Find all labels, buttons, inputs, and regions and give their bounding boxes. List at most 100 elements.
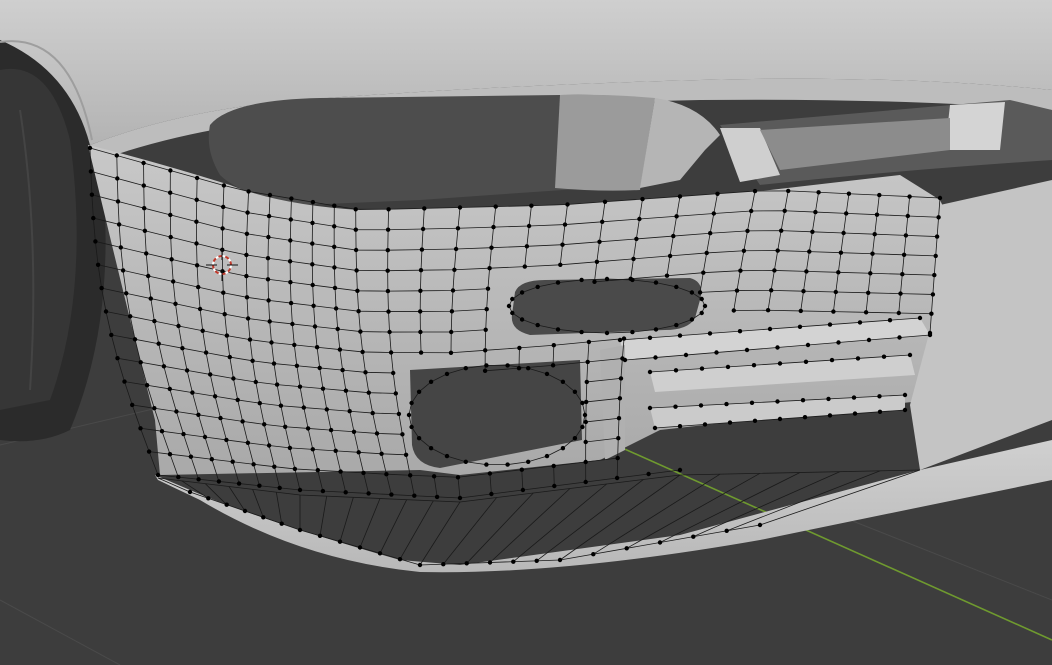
mesh-vertex[interactable]	[251, 462, 256, 467]
mesh-vertex[interactable]	[738, 268, 743, 273]
mesh-vertex[interactable]	[310, 447, 315, 452]
mesh-vertex[interactable]	[283, 424, 288, 429]
mesh-vertex[interactable]	[188, 454, 194, 459]
mesh-vertex[interactable]	[618, 376, 624, 381]
mesh-vertex[interactable]	[194, 219, 199, 224]
mesh-vertex[interactable]	[312, 324, 318, 329]
mesh-vertex[interactable]	[391, 370, 396, 376]
mesh-vertex[interactable]	[544, 453, 550, 459]
mesh-vertex[interactable]	[290, 321, 295, 327]
mesh-vertex[interactable]	[261, 515, 266, 520]
mesh-vertex[interactable]	[701, 270, 706, 275]
mesh-vertex[interactable]	[180, 346, 185, 351]
mesh-vertex[interactable]	[615, 455, 620, 461]
mesh-vertex[interactable]	[630, 277, 635, 283]
mesh-vertex[interactable]	[874, 212, 880, 217]
mesh-vertex[interactable]	[292, 466, 298, 472]
mesh-vertex[interactable]	[197, 306, 203, 312]
mesh-vertex[interactable]	[297, 527, 303, 533]
mesh-vertex[interactable]	[122, 379, 127, 384]
mesh-vertex[interactable]	[428, 379, 434, 384]
mesh-vertex[interactable]	[775, 399, 780, 404]
mesh-vertex[interactable]	[734, 288, 740, 293]
mesh-vertex[interactable]	[379, 451, 384, 456]
mesh-vertex[interactable]	[844, 211, 849, 216]
mesh-vertex[interactable]	[194, 197, 199, 202]
mesh-vertex[interactable]	[519, 290, 525, 295]
mesh-vertex[interactable]	[767, 326, 773, 332]
mesh-vertex[interactable]	[267, 319, 272, 324]
mesh-vertex[interactable]	[146, 273, 151, 279]
mesh-vertex[interactable]	[455, 226, 461, 231]
mesh-vertex[interactable]	[244, 231, 250, 236]
mesh-vertex[interactable]	[366, 390, 371, 395]
mesh-vertex[interactable]	[141, 183, 146, 188]
mesh-vertex[interactable]	[489, 245, 494, 250]
mesh-vertex[interactable]	[168, 190, 173, 195]
mesh-vertex[interactable]	[455, 475, 461, 480]
mesh-vertex[interactable]	[419, 247, 425, 252]
mesh-vertex[interactable]	[934, 234, 940, 239]
mesh-vertex[interactable]	[647, 369, 653, 375]
mesh-vertex[interactable]	[245, 210, 250, 215]
mesh-vertex[interactable]	[902, 407, 908, 413]
mesh-vertex[interactable]	[930, 292, 936, 297]
mesh-vertex[interactable]	[827, 413, 833, 418]
mesh-vertex[interactable]	[88, 169, 94, 174]
mesh-vertex[interactable]	[752, 418, 758, 423]
mesh-vertex[interactable]	[314, 345, 320, 350]
mesh-vertex[interactable]	[697, 290, 703, 295]
mesh-vertex[interactable]	[389, 492, 394, 497]
mesh-vertex[interactable]	[287, 445, 293, 451]
mesh-vertex[interactable]	[310, 220, 315, 226]
mesh-vertex[interactable]	[907, 194, 912, 199]
mesh-vertex[interactable]	[320, 386, 326, 391]
mesh-vertex[interactable]	[647, 335, 653, 340]
mesh-vertex[interactable]	[409, 400, 414, 406]
mesh-vertex[interactable]	[544, 371, 550, 377]
mesh-vertex[interactable]	[487, 471, 493, 476]
mesh-vertex[interactable]	[155, 472, 161, 478]
mesh-vertex[interactable]	[288, 300, 294, 306]
mesh-vertex[interactable]	[775, 345, 780, 350]
mesh-vertex[interactable]	[863, 310, 869, 315]
mesh-vertex[interactable]	[698, 403, 704, 408]
mesh-vertex[interactable]	[779, 228, 784, 233]
mesh-vertex[interactable]	[757, 522, 763, 528]
mesh-vertex[interactable]	[422, 206, 427, 211]
mesh-vertex[interactable]	[209, 457, 214, 462]
mesh-vertex[interactable]	[409, 424, 414, 430]
mesh-vertex[interactable]	[159, 429, 165, 434]
mesh-vertex[interactable]	[484, 307, 489, 312]
mesh-vertex[interactable]	[266, 213, 272, 219]
mesh-vertex[interactable]	[99, 285, 104, 291]
mesh-vertex[interactable]	[449, 309, 455, 314]
mesh-vertex[interactable]	[297, 384, 303, 389]
mesh-vertex[interactable]	[356, 309, 361, 314]
mesh-vertex[interactable]	[167, 386, 172, 392]
mesh-vertex[interactable]	[332, 285, 338, 291]
mesh-vertex[interactable]	[653, 355, 658, 360]
mesh-vertex[interactable]	[138, 426, 143, 431]
mesh-vertex[interactable]	[278, 403, 284, 408]
mesh-vertex[interactable]	[288, 217, 293, 222]
mesh-vertex[interactable]	[745, 228, 750, 234]
mesh-vertex[interactable]	[872, 232, 877, 237]
mesh-vertex[interactable]	[356, 450, 361, 455]
mesh-vertex[interactable]	[218, 415, 223, 421]
mesh-vertex[interactable]	[516, 366, 522, 371]
mesh-vertex[interactable]	[505, 462, 510, 467]
mesh-vertex[interactable]	[203, 350, 209, 355]
mesh-vertex[interactable]	[583, 459, 588, 465]
mesh-vertex[interactable]	[803, 359, 809, 364]
mesh-vertex[interactable]	[288, 238, 293, 243]
mesh-vertex[interactable]	[194, 241, 199, 246]
mesh-vertex[interactable]	[292, 342, 297, 348]
mesh-vertex[interactable]	[220, 226, 225, 231]
mesh-vertex[interactable]	[640, 196, 645, 202]
mesh-vertex[interactable]	[777, 416, 783, 422]
mesh-vertex[interactable]	[363, 370, 368, 375]
mesh-vertex[interactable]	[244, 295, 250, 300]
mesh-vertex[interactable]	[246, 189, 251, 194]
mesh-vertex[interactable]	[510, 296, 515, 302]
